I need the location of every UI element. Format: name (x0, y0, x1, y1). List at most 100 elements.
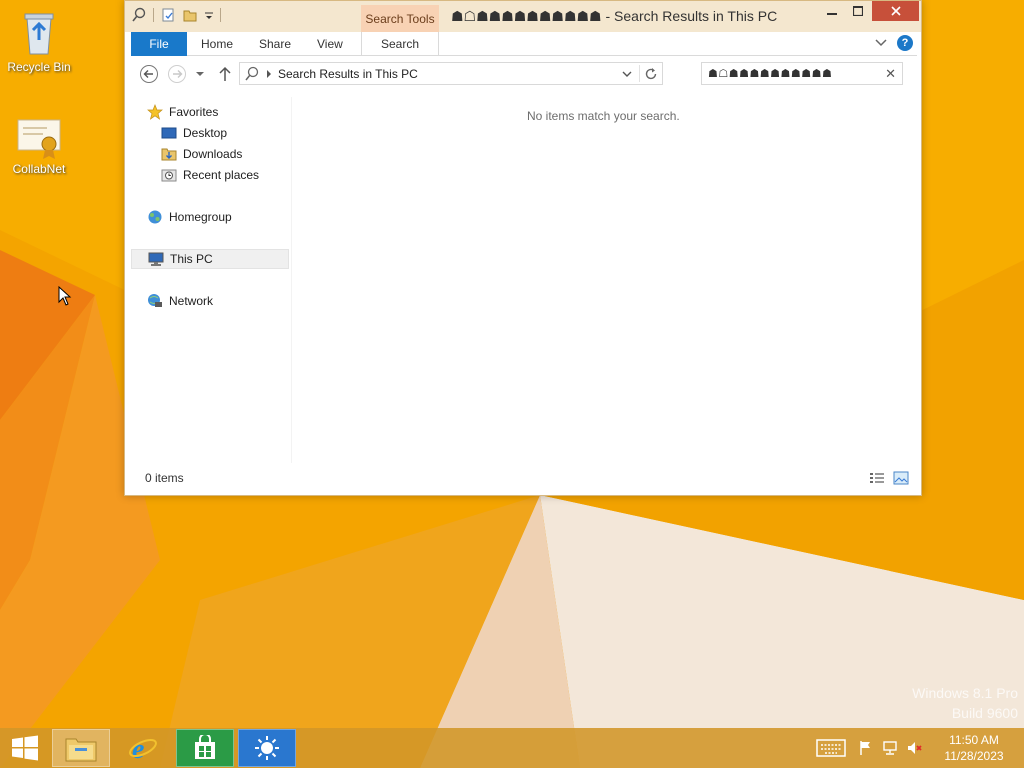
taskbar-store[interactable] (176, 729, 234, 767)
clock-date: 11/28/2023 (944, 749, 1004, 763)
new-folder-icon[interactable] (182, 7, 198, 23)
downloads-folder-icon (161, 148, 177, 161)
view-buttons (869, 471, 909, 485)
quick-access-toolbar (131, 7, 221, 23)
up-button[interactable] (215, 64, 235, 84)
star-icon (147, 104, 163, 120)
taskbar-internet-explorer[interactable]: e (114, 729, 172, 767)
large-icons-view-icon[interactable] (893, 471, 909, 485)
watermark-line2: Build 9600 (951, 705, 1018, 721)
sun-icon (255, 736, 279, 760)
forward-arrow-icon (168, 65, 186, 83)
recent-places-icon (161, 169, 177, 182)
refresh-icon[interactable] (644, 67, 658, 81)
properties-icon[interactable] (160, 7, 176, 23)
recent-locations-button[interactable] (193, 64, 207, 84)
chevron-down-icon (196, 72, 204, 76)
qat-separator (220, 8, 221, 22)
nav-label: This PC (170, 252, 213, 266)
desktop-icon (161, 127, 177, 139)
taskbar: e 11:50 AM 11/28/2023 (0, 728, 1024, 768)
nav-item-network[interactable]: Network (147, 291, 303, 311)
windows-logo-icon (12, 735, 38, 761)
context-tab-search-tools[interactable]: Search Tools (361, 5, 439, 32)
clock-time: 11:50 AM (949, 733, 999, 747)
address-text: Search Results in This PC (278, 66, 418, 81)
customize-qat-icon[interactable] (204, 7, 214, 23)
clock[interactable]: 11:50 AM 11/28/2023 (934, 732, 1014, 764)
tab-share[interactable]: Share (249, 32, 301, 56)
ribbon-controls: ? (875, 35, 913, 51)
nav-label: Network (169, 294, 214, 308)
nav-label: Recent places (183, 168, 260, 182)
tab-search[interactable]: Search (361, 32, 439, 56)
title-bar[interactable]: Search Tools ☗☖☗☗☗☗☗☗☗☗☗☗ - Search Resul… (125, 1, 921, 32)
qat-separator (153, 8, 154, 22)
desktop-icon-recycle-bin[interactable]: Recycle Bin (1, 8, 77, 74)
file-explorer-icon (65, 738, 97, 762)
forward-button[interactable] (167, 64, 187, 84)
action-center-flag-icon[interactable] (858, 740, 874, 756)
show-desktop-button[interactable] (1014, 728, 1024, 768)
certificate-icon (17, 119, 61, 159)
back-button[interactable] (139, 64, 159, 84)
address-divider (639, 65, 640, 82)
address-row: Search Results in This PC ☗☖☗☗☗☗☗☗☗☗☗☗ ✕ (131, 61, 917, 87)
desktop-icon-collabnet[interactable]: CollabNet (1, 116, 77, 176)
volume-muted-icon[interactable] (906, 740, 922, 756)
search-query: ☗☖☗☗☗☗☗☗☗☗☗☗ (708, 68, 833, 80)
close-button[interactable] (872, 1, 919, 21)
nav-label: Desktop (183, 126, 228, 140)
search-icon (132, 7, 146, 22)
recycle-bin-icon (24, 13, 54, 55)
pane-divider[interactable] (291, 97, 292, 463)
maximize-icon (853, 6, 863, 16)
nav-label: Homegroup (169, 210, 232, 224)
nav-label: Favorites (169, 105, 219, 119)
windows-watermark: Windows 8.1 Pro Build 9600 (912, 685, 1018, 721)
details-view-icon[interactable] (869, 471, 885, 485)
empty-results-message: No items match your search. (527, 109, 680, 123)
window-title: ☗☖☗☗☗☗☗☗☗☗☗☗ - Search Results in This PC (451, 8, 778, 24)
keyboard-icon[interactable] (816, 739, 846, 757)
mouse-cursor-icon (58, 286, 72, 306)
maximize-button[interactable] (845, 1, 871, 21)
taskbar-file-explorer[interactable] (52, 729, 110, 767)
close-icon (890, 6, 901, 16)
tab-file[interactable]: File (131, 32, 187, 56)
watermark-line1: Windows 8.1 Pro (912, 685, 1018, 701)
nav-item-this-pc[interactable]: This PC (131, 249, 289, 269)
network-status-icon[interactable] (882, 740, 898, 756)
expand-ribbon-icon[interactable] (875, 38, 887, 48)
nav-label: Downloads (183, 147, 243, 161)
address-bar[interactable]: Search Results in This PC (239, 62, 663, 85)
computer-icon (148, 252, 164, 266)
system-tray: 11:50 AM 11/28/2023 (816, 728, 1024, 768)
help-icon[interactable]: ? (897, 35, 913, 51)
taskbar-app-weather[interactable] (238, 729, 296, 767)
nav-item-homegroup[interactable]: Homegroup (147, 207, 303, 227)
explorer-window: Search Tools ☗☖☗☗☗☗☗☗☗☗☗☗ - Search Resul… (124, 0, 922, 496)
svg-text:e: e (132, 734, 144, 763)
desktop-icon-label: Recycle Bin (7, 60, 71, 74)
address-dropdown-icon[interactable] (622, 70, 632, 78)
search-input[interactable]: ☗☖☗☗☗☗☗☗☗☗☗☗ ✕ (701, 62, 903, 85)
nav-item-favorites[interactable]: Favorites (147, 102, 303, 122)
navigation-pane: Favorites Desktop Downloads Recent place… (131, 97, 291, 463)
minimize-icon (827, 13, 837, 15)
nav-item-desktop[interactable]: Desktop (161, 123, 317, 143)
ribbon-tabs: File Home Share View Search ? (131, 32, 917, 56)
breadcrumb-chevron-icon[interactable] (266, 69, 272, 78)
search-location-icon (245, 66, 259, 80)
homegroup-icon (148, 210, 162, 224)
clear-search-button[interactable]: ✕ (885, 66, 896, 82)
internet-explorer-icon: e (129, 734, 157, 763)
nav-item-downloads[interactable]: Downloads (161, 144, 317, 164)
tab-home[interactable]: Home (191, 32, 243, 56)
status-item-count: 0 items (145, 471, 184, 485)
tab-view[interactable]: View (307, 32, 353, 56)
nav-item-recent-places[interactable]: Recent places (161, 165, 317, 185)
store-icon (195, 735, 215, 759)
minimize-button[interactable] (819, 1, 845, 21)
start-button[interactable] (0, 729, 50, 767)
